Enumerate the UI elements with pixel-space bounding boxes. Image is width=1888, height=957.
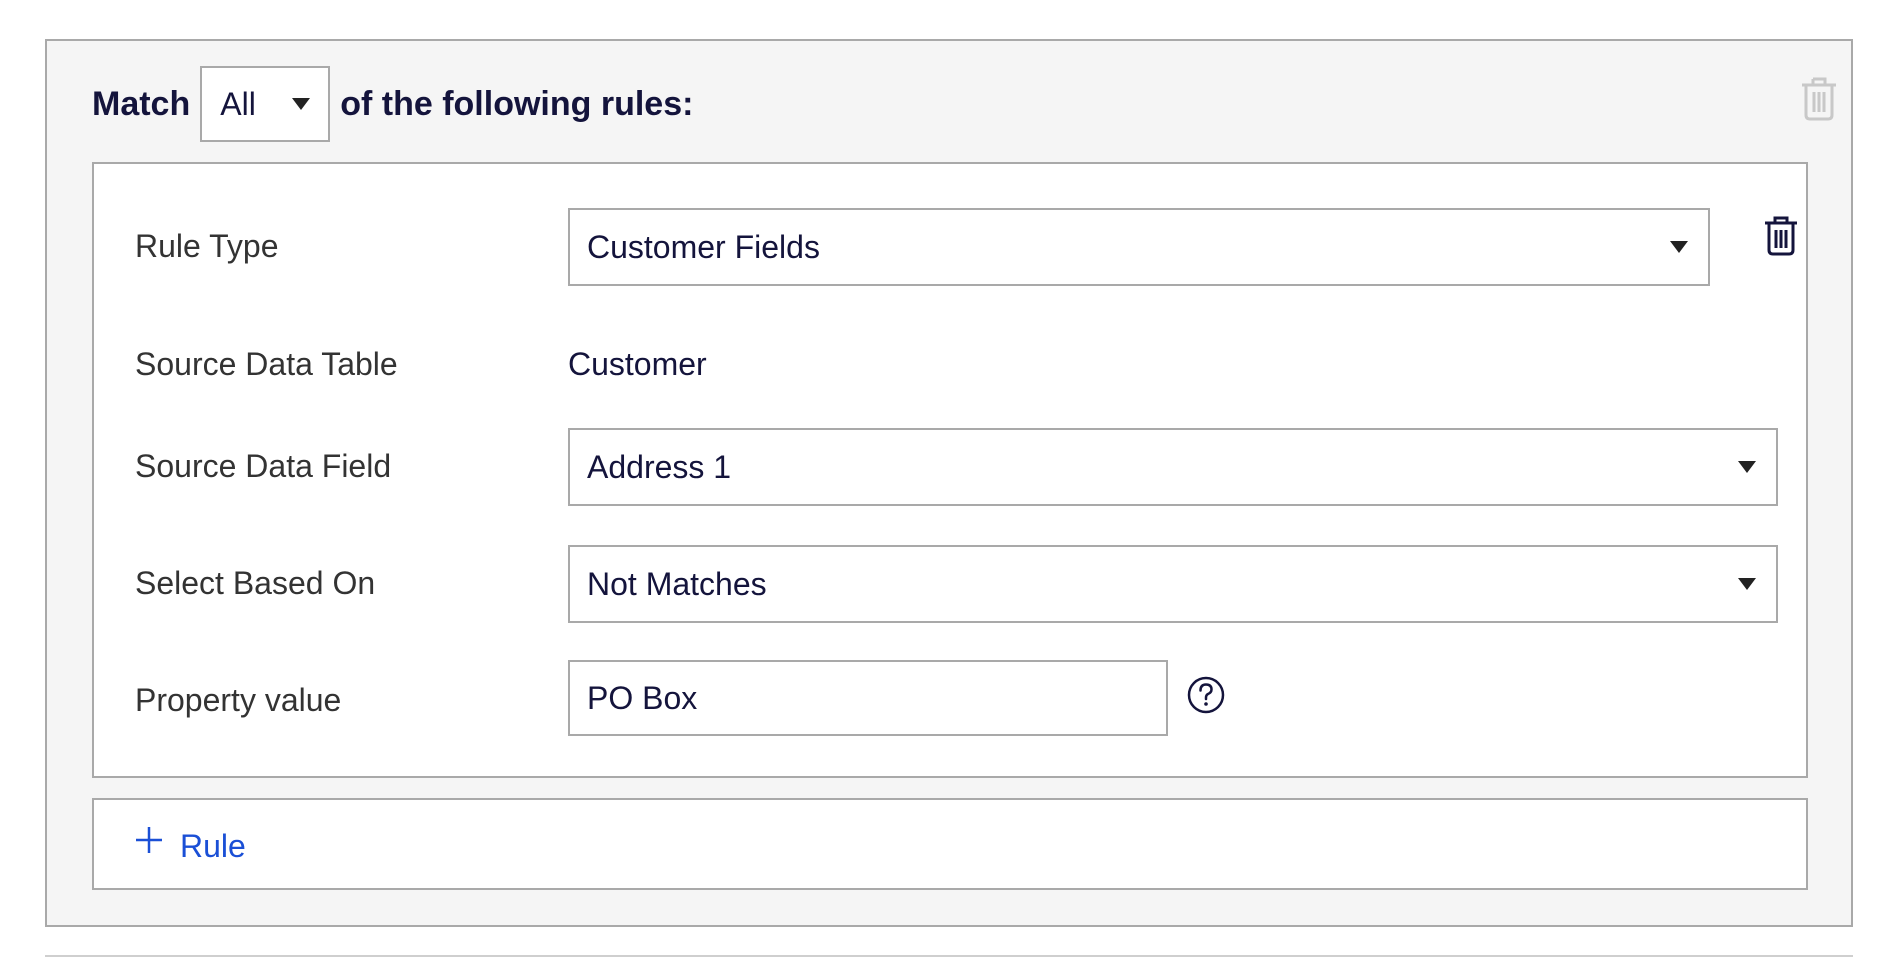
caret-down-icon <box>292 98 311 110</box>
rule-group-panel: Match All of the following rules: Rule T… <box>45 39 1853 927</box>
trash-icon[interactable] <box>1763 214 1799 256</box>
property-value-input[interactable] <box>568 660 1168 736</box>
source-data-field-label: Source Data Field <box>135 447 392 484</box>
select-based-on-select[interactable]: Not Matches <box>568 545 1778 623</box>
add-rule-card: Rule <box>92 798 1808 890</box>
source-data-table-label: Source Data Table <box>135 345 398 382</box>
caret-down-icon <box>1738 578 1756 590</box>
add-rule-button[interactable]: Rule <box>134 818 246 874</box>
caret-down-icon <box>1738 461 1756 473</box>
match-prefix: Match <box>92 84 191 123</box>
question-circle-icon[interactable] <box>1186 675 1226 715</box>
add-rule-label: Rule <box>180 827 246 864</box>
source-data-field-select[interactable]: Address 1 <box>568 428 1778 506</box>
rule-card: Rule Type Customer Fields Source Data Ta… <box>92 162 1808 778</box>
rule-type-value: Customer Fields <box>587 228 820 265</box>
match-row: Match All of the following rules: <box>92 66 693 142</box>
property-value-label: Property value <box>135 681 342 718</box>
match-suffix: of the following rules: <box>340 84 694 123</box>
trash-icon[interactable] <box>1799 75 1839 121</box>
caret-down-icon <box>1670 241 1688 253</box>
select-based-on-label: Select Based On <box>135 564 376 601</box>
rule-type-label: Rule Type <box>135 227 279 264</box>
select-based-on-value: Not Matches <box>587 565 767 602</box>
plus-icon <box>136 827 162 853</box>
source-data-field-value: Address 1 <box>587 448 732 485</box>
match-mode-select[interactable]: All <box>200 66 331 142</box>
rule-type-select[interactable]: Customer Fields <box>568 208 1710 286</box>
source-data-table-value: Customer <box>568 345 707 382</box>
match-mode-value: All <box>220 85 256 122</box>
